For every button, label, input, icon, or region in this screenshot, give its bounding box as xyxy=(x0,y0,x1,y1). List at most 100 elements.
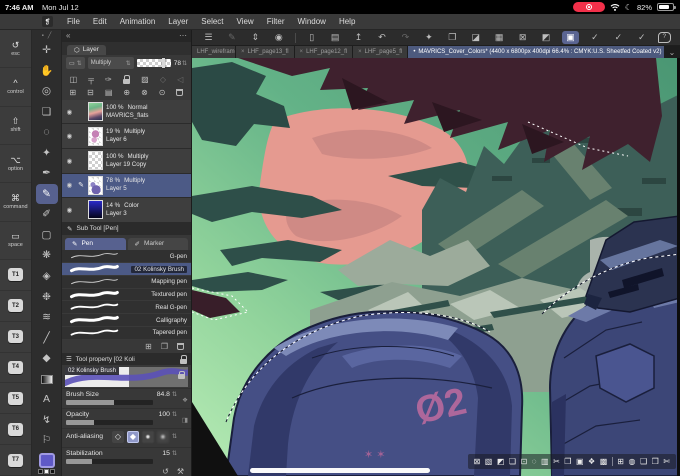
hand-tool-icon[interactable]: ✋ xyxy=(36,61,58,82)
invert-selection-icon[interactable]: ◩ xyxy=(497,457,505,466)
eye-icon[interactable]: ◉ xyxy=(65,181,74,189)
home-indicator[interactable] xyxy=(250,468,430,473)
paste-icon[interactable]: ▣ xyxy=(576,457,584,466)
layer-row-layer-19-copy[interactable]: ◉ 100 % Multiply Layer 19 Copy xyxy=(62,149,191,174)
menu-filter[interactable]: Filter xyxy=(267,17,285,26)
eye-icon[interactable]: ◉ xyxy=(65,108,74,116)
eyedropper-tool-icon[interactable]: ✒ xyxy=(36,163,58,184)
brush-size-slider[interactable] xyxy=(66,400,154,406)
lasso-tool-icon[interactable]: ◌ xyxy=(36,122,58,143)
tone-icon[interactable]: ▩ xyxy=(600,457,608,466)
clip-to-layer-below-icon[interactable]: ╤ xyxy=(88,75,94,84)
marquee-tool-icon[interactable]: ▢ xyxy=(36,225,58,246)
opacity-stepper[interactable]: ⇅ xyxy=(172,411,177,418)
merge-down-icon[interactable]: ⊕ xyxy=(123,88,130,97)
dock-more-icon[interactable]: ⋯ xyxy=(179,31,187,40)
key-t6[interactable]: T6 xyxy=(0,414,31,446)
special-select-icon[interactable]: ✦ xyxy=(421,31,436,44)
snap-to-grid-icon[interactable]: ✓ xyxy=(634,31,649,44)
tab-layer[interactable]: ⬡ Layer xyxy=(67,44,106,55)
menu-edit[interactable]: Edit xyxy=(93,17,107,26)
key-t1[interactable]: T1 xyxy=(0,260,31,291)
pen-tool-icon[interactable]: ✎ xyxy=(35,183,58,205)
key-esc[interactable]: ↺ esc xyxy=(0,30,31,69)
snap-to-special-ruler-icon[interactable]: ✓ xyxy=(611,31,626,44)
eye-icon[interactable]: ◉ xyxy=(65,132,74,140)
layer-row-layer-5-selected[interactable]: ◉ ✎ 78 % Multiply Layer 5 xyxy=(62,173,191,199)
aa-none-button[interactable]: ◇ xyxy=(111,430,124,443)
menu-select[interactable]: Select xyxy=(201,17,223,26)
brush-settings-icon[interactable]: ✎ xyxy=(224,31,239,44)
copy-icon[interactable]: ❐ xyxy=(564,457,571,466)
opacity-slider-handle[interactable] xyxy=(162,58,166,69)
figure-tool-icon[interactable]: ⚐ xyxy=(36,430,58,451)
main-sub-color-swatches[interactable] xyxy=(38,468,55,474)
auto-select-tool-icon[interactable]: ✦ xyxy=(36,143,58,164)
key-t5[interactable]: T5 xyxy=(0,383,31,415)
menu-view[interactable]: View xyxy=(237,17,254,26)
delete-layer-icon[interactable] xyxy=(176,89,184,97)
collapse-dock-icon[interactable]: « xyxy=(66,31,70,40)
add-subtool-icon[interactable]: ⊞ xyxy=(145,342,152,351)
canvas-viewport[interactable]: Ø2 ✶ ✶ ⊠ ▧ ◩ ❏ ⊡ ◌ ▥ ✂ ❐ ▣ ❖ ▩ ⊞ ◍ ❑ ❒ ✄ xyxy=(192,58,680,476)
reselect-icon[interactable]: ▧ xyxy=(485,457,493,466)
connect-device-icon[interactable]: ▯ xyxy=(304,31,319,44)
tab-mavrics-cover-colors-active[interactable]: • MAVRICS_Cover_Colors* (4400 x 6800px 4… xyxy=(408,46,664,58)
wrench-icon[interactable]: ⚒ xyxy=(177,467,184,476)
combine-layers-icon[interactable]: ⊗ xyxy=(141,88,148,97)
tool-property-lock-icon[interactable] xyxy=(180,355,187,364)
stabilization-slider[interactable] xyxy=(66,459,154,465)
subtool-panel-header[interactable]: ✎ Sub Tool [Pen] xyxy=(62,222,191,235)
key-t2[interactable]: T2 xyxy=(0,291,31,322)
tab-lhf-page12[interactable]: × LHF_page12_fl xyxy=(294,46,354,58)
menu-help[interactable]: Help xyxy=(339,17,355,26)
subtool-tab-pen[interactable]: ✎ Pen xyxy=(65,237,126,251)
close-tab-icon[interactable]: × xyxy=(300,49,304,55)
layer-row-layer-6[interactable]: ◉ 19 % Multiply Layer 6 xyxy=(62,124,191,149)
enable-mask-icon[interactable]: ◇ xyxy=(160,75,166,84)
line-tool-icon[interactable]: ╱ xyxy=(36,328,58,349)
key-shift[interactable]: ⇧ shift xyxy=(0,107,31,145)
eye-icon[interactable]: ◉ xyxy=(65,157,74,165)
text-tool-icon[interactable]: A xyxy=(36,389,58,410)
brush-calligraphy[interactable]: Calligraphy xyxy=(62,314,191,328)
selection-border-icon[interactable]: ▣ xyxy=(562,31,579,44)
correct-line-tool-icon[interactable]: ↯ xyxy=(36,410,58,431)
tool-property-menu-icon[interactable]: ☰ xyxy=(66,356,72,363)
select-launcher-icon[interactable]: ◍ xyxy=(628,457,635,466)
undo-icon[interactable]: ↶ xyxy=(375,31,390,44)
deselect-icon[interactable]: ⊠ xyxy=(474,457,481,466)
tab-lhf-page13[interactable]: × LHF_page13_fl xyxy=(236,46,295,58)
brush-tool-icon[interactable]: ✐ xyxy=(36,204,58,225)
brush-textured-pen[interactable]: Textured pen xyxy=(62,289,191,302)
brush-size-dynamics-icon[interactable]: ❖ xyxy=(182,396,188,404)
reset-settings-icon[interactable]: ↺ xyxy=(162,467,169,476)
brush-lock-icon[interactable] xyxy=(178,370,185,380)
new-raster-layer-icon[interactable]: ⊞ xyxy=(69,88,76,97)
deselect-icon[interactable]: ⊠ xyxy=(515,31,530,44)
opacity-slider[interactable] xyxy=(66,419,154,425)
brush-tapered-pen[interactable]: Tapered pen xyxy=(62,327,191,340)
expand-selection-icon[interactable]: ⊡ xyxy=(521,457,528,466)
close-tab-icon[interactable]: × xyxy=(358,49,362,55)
close-tab-icon[interactable]: × xyxy=(241,49,245,55)
blur-tool-icon[interactable]: ≋ xyxy=(36,307,58,328)
change-panel-color-icon[interactable]: ◫ xyxy=(70,75,78,84)
paste-clipboard-icon[interactable]: ❒ xyxy=(652,457,659,466)
screen-recording-indicator[interactable] xyxy=(572,2,605,12)
open-file-icon[interactable]: ▤ xyxy=(328,31,343,44)
tool-property-header[interactable]: ☰ Tool property [02 Koli xyxy=(62,352,191,366)
redo-icon[interactable]: ↷ xyxy=(398,31,413,44)
brush-real-g-pen[interactable]: Real G-pen xyxy=(62,301,191,315)
new-layer-icon[interactable]: ⊞ xyxy=(617,457,624,466)
key-control[interactable]: ^ control xyxy=(0,68,31,107)
clip-studio-logo-icon[interactable]: ❡ xyxy=(42,16,53,27)
aa-weak-button[interactable]: ◆ xyxy=(126,430,139,443)
stabilization-stepper[interactable]: ⇅ xyxy=(172,450,177,457)
opacity-stepper[interactable]: ⇅ xyxy=(182,60,187,67)
layer-opacity-slider[interactable] xyxy=(136,58,171,69)
tab-lhf-page5[interactable]: × LHF_page5_fl xyxy=(353,46,409,58)
snap-to-ruler-icon[interactable]: ✓ xyxy=(587,31,602,44)
help-bubble-icon[interactable]: ? xyxy=(657,32,671,43)
gradient-tool-icon[interactable] xyxy=(36,369,58,390)
